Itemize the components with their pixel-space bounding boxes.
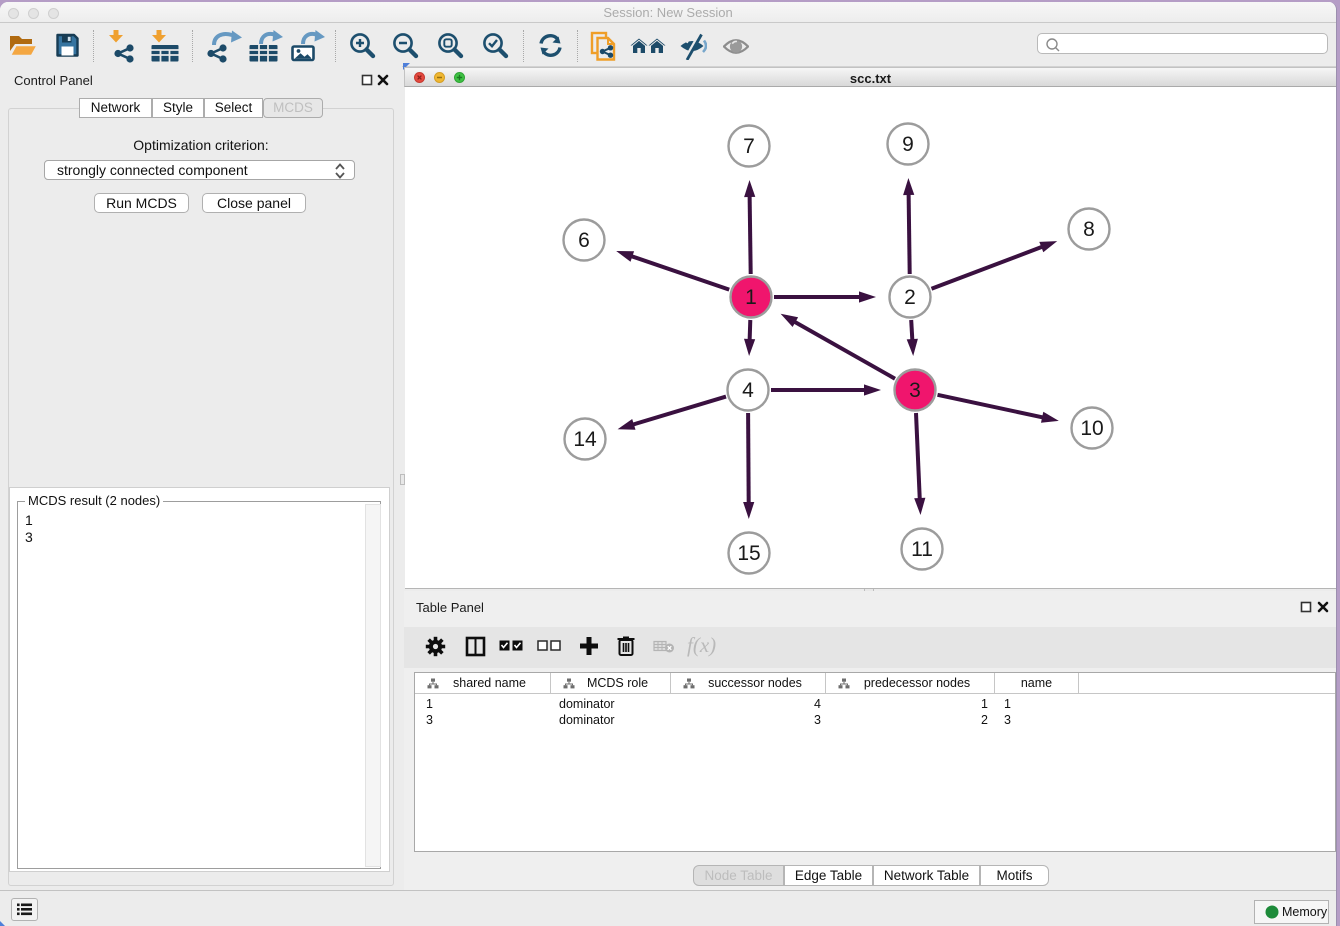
- svg-text:14: 14: [573, 428, 597, 451]
- svg-text:3: 3: [909, 379, 921, 402]
- svg-text:11: 11: [911, 538, 933, 561]
- svg-text:6: 6: [578, 229, 590, 252]
- svg-text:15: 15: [737, 542, 760, 565]
- svg-text:10: 10: [1080, 417, 1103, 440]
- svg-text:8: 8: [1083, 218, 1095, 241]
- svg-text:7: 7: [743, 135, 755, 158]
- svg-text:2: 2: [904, 286, 916, 309]
- svg-text:1: 1: [745, 286, 757, 309]
- svg-text:4: 4: [742, 379, 754, 402]
- svg-text:9: 9: [902, 133, 914, 156]
